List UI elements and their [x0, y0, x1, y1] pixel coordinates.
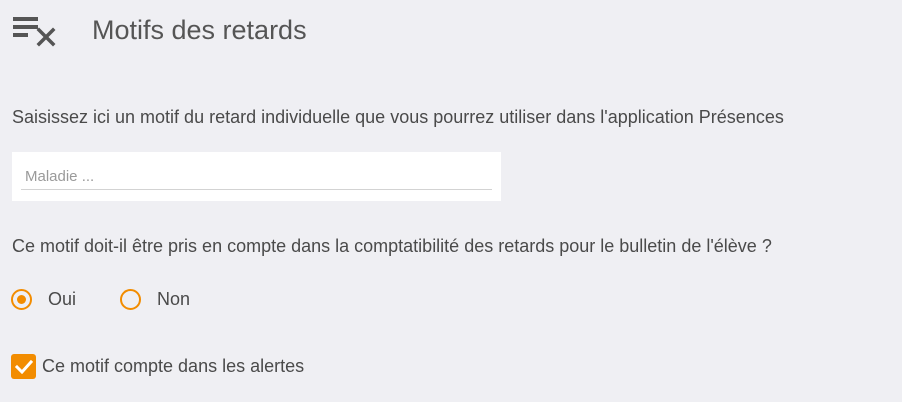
checkbox-checked-icon[interactable] [11, 354, 36, 379]
clear-list-icon[interactable] [13, 17, 57, 47]
radio-unselected-icon[interactable] [120, 288, 141, 310]
page-header: Motifs des retards [0, 0, 902, 60]
radio-oui[interactable]: Oui [11, 286, 76, 312]
radio-selected-icon[interactable] [11, 288, 32, 310]
motif-input[interactable] [21, 164, 492, 190]
comptabilite-question: Ce motif doit-il être pris en compte dan… [12, 236, 772, 256]
radio-non[interactable]: Non [120, 286, 190, 312]
radio-oui-label: Oui [48, 288, 77, 309]
radio-non-label: Non [157, 288, 191, 309]
motif-input-card [12, 152, 501, 201]
motif-description: Saisissez ici un motif du retard individ… [12, 107, 784, 127]
page-title: Motifs des retards [92, 15, 307, 45]
alert-checkbox[interactable]: Ce motif compte dans les alertes [11, 354, 304, 379]
alert-checkbox-label: Ce motif compte dans les alertes [42, 356, 305, 376]
checkmark-icon [14, 359, 33, 374]
